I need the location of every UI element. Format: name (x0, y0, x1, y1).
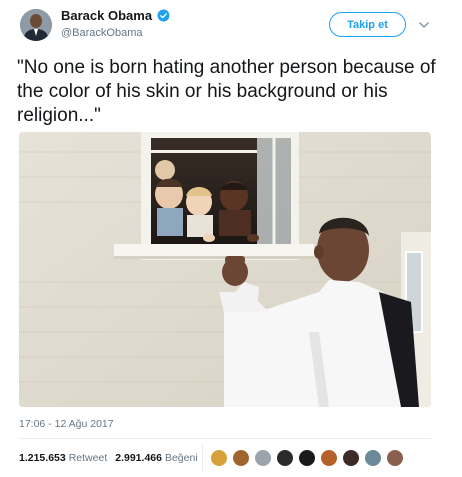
liker-avatar[interactable] (254, 449, 272, 467)
chevron-down-icon[interactable] (418, 18, 430, 30)
tweet-header: Barack Obama @BarackObama Takip et (0, 0, 462, 50)
display-name[interactable]: Barack Obama (61, 8, 152, 23)
liker-avatar[interactable] (320, 449, 338, 467)
retweet-label: Retweet (68, 452, 108, 464)
liker-avatar[interactable] (386, 449, 404, 467)
stats-separator (202, 444, 203, 471)
follow-button[interactable]: Takip et (329, 12, 406, 37)
tweet-timestamp[interactable]: 17:06 - 12 Ağu 2017 (19, 418, 114, 430)
like-count: 2.991.466 (115, 452, 162, 464)
profile-avatar[interactable] (20, 9, 52, 41)
tweet-photo[interactable] (19, 132, 431, 407)
liker-avatar[interactable] (364, 449, 382, 467)
liker-avatar[interactable] (298, 449, 316, 467)
liker-avatar[interactable] (342, 449, 360, 467)
like-label: Beğeni (164, 452, 198, 464)
tweet-text: "No one is born hating another person be… (17, 57, 436, 126)
verified-badge-icon (157, 9, 170, 22)
retweet-count: 1.215.653 (19, 452, 66, 464)
name-row: Barack Obama (61, 8, 170, 23)
divider (19, 438, 431, 439)
liker-avatar[interactable] (276, 449, 294, 467)
engagement-stats: 1.215.653 Retweet 2.991.466 Beğeni (19, 452, 198, 464)
liker-avatar[interactable] (232, 449, 250, 467)
retweet-count-group[interactable]: 1.215.653 Retweet (19, 452, 107, 464)
like-count-group[interactable]: 2.991.466 Beğeni (115, 452, 197, 464)
liker-avatar[interactable] (210, 449, 228, 467)
user-handle[interactable]: @BarackObama (61, 27, 142, 39)
liker-avatars (210, 449, 404, 467)
